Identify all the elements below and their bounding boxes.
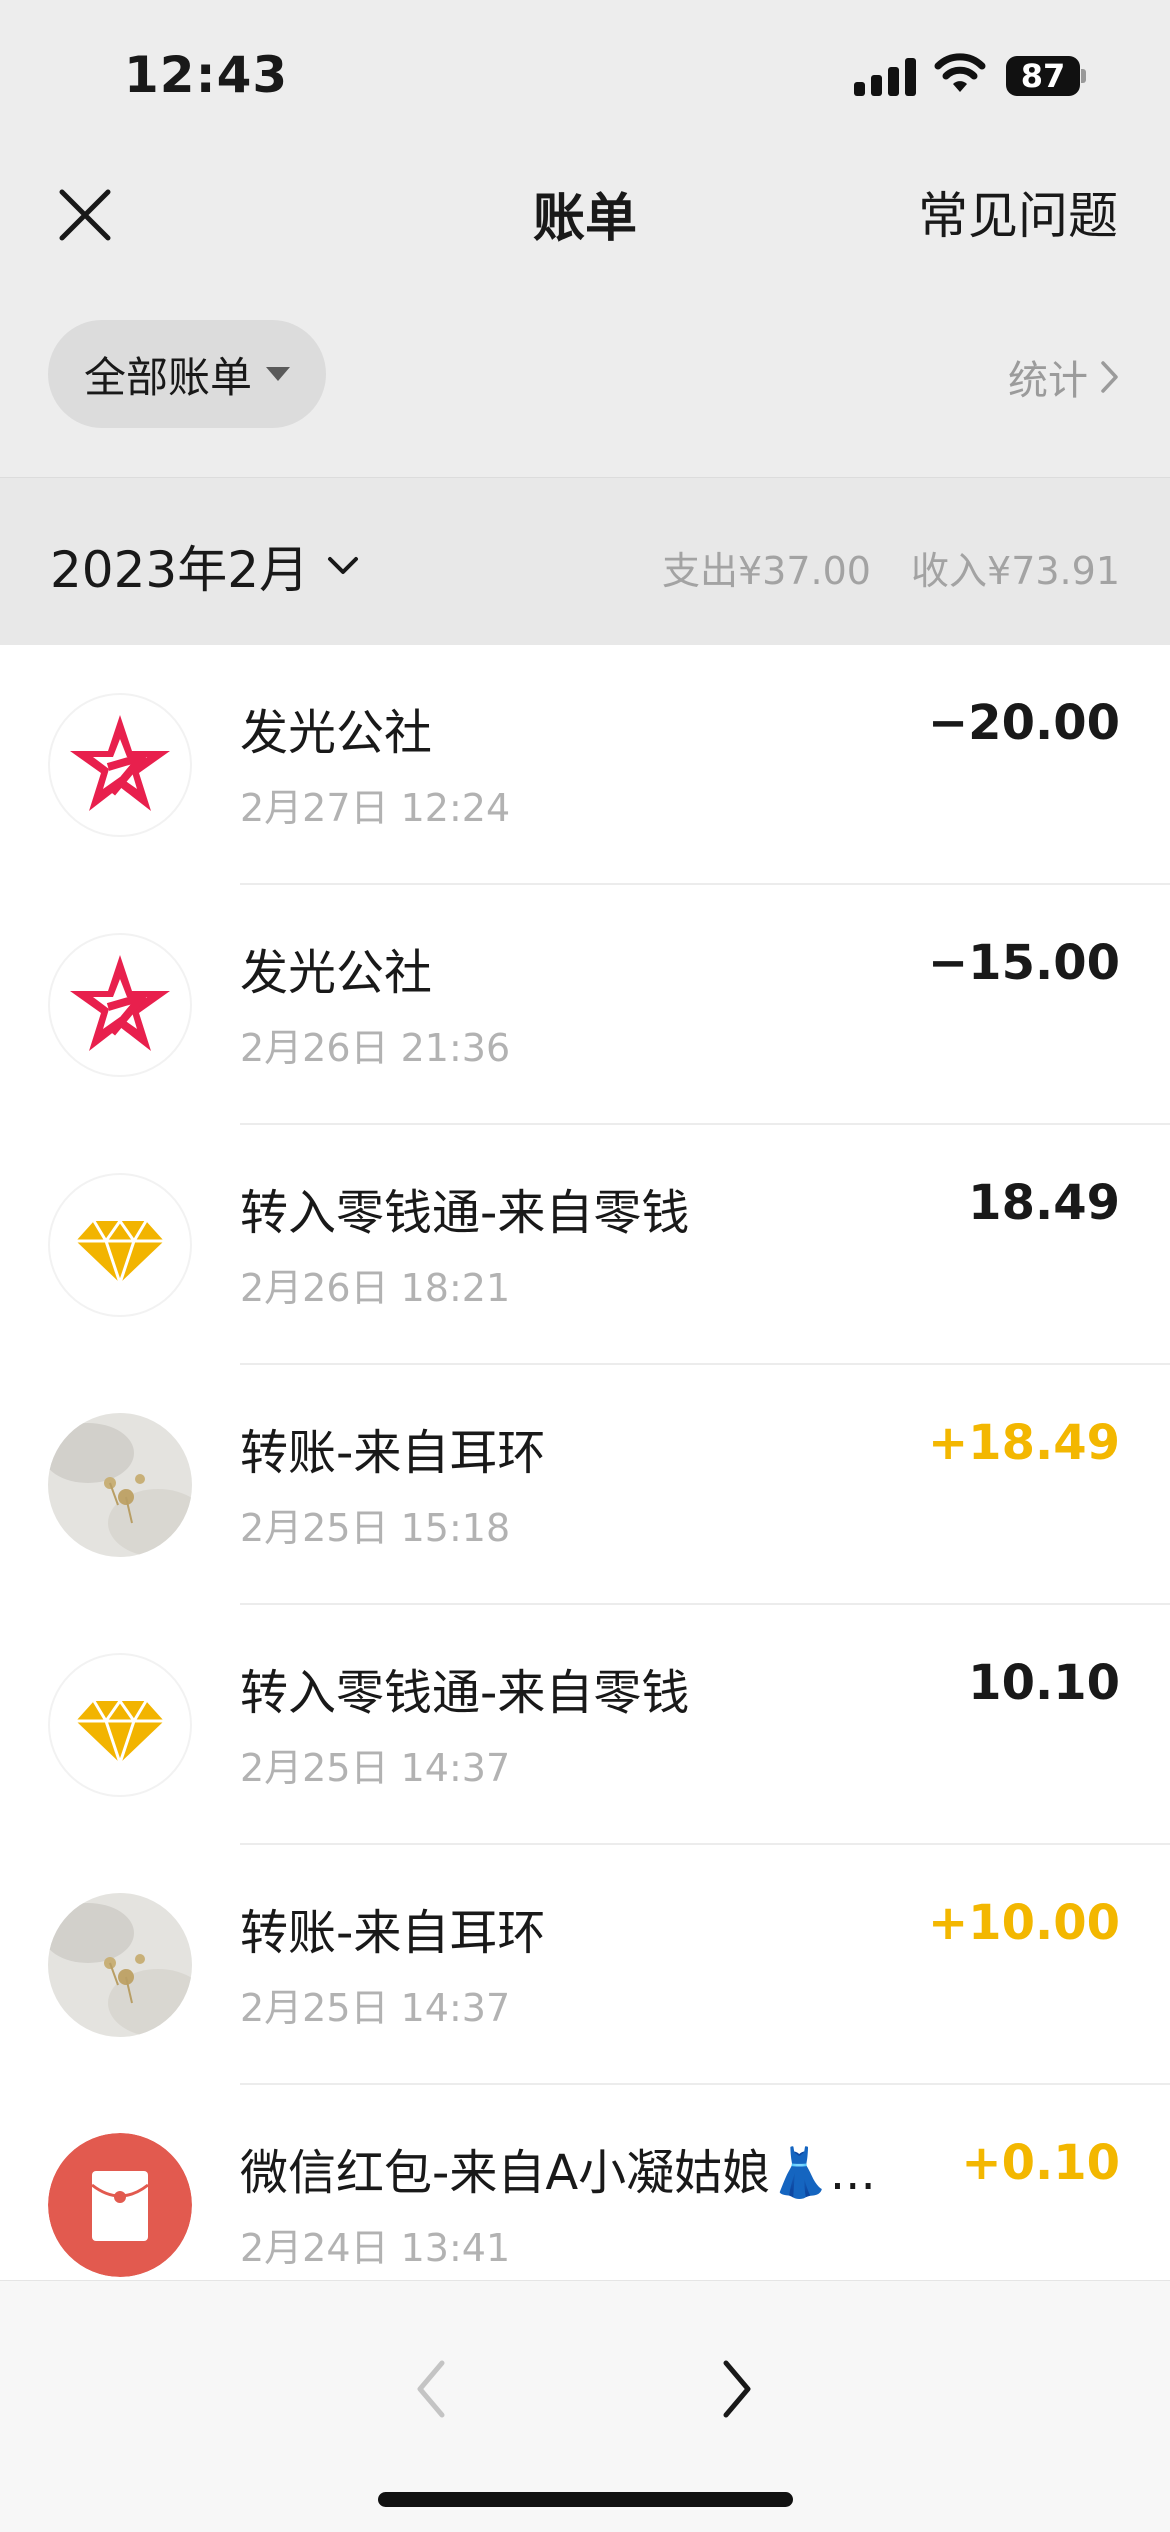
earring-photo-avatar xyxy=(48,1413,192,1557)
chevron-down-icon xyxy=(328,557,359,574)
transaction-row[interactable]: 发光公社 2月26日 21:36 −15.00 xyxy=(0,885,1170,1125)
expense-total: 支出¥37.00 xyxy=(661,549,871,593)
battery-icon: 87 xyxy=(1006,56,1086,96)
transaction-row[interactable]: 转账-来自耳环 2月25日 15:18 +18.49 xyxy=(0,1365,1170,1605)
transaction-time: 2月25日 15:18 xyxy=(240,1506,511,1550)
transaction-amount: +0.10 xyxy=(961,2135,1120,2191)
month-label: 2023年2月 xyxy=(50,541,310,599)
transaction-amount: 10.10 xyxy=(968,1655,1120,1711)
transaction-amount: +10.00 xyxy=(927,1895,1120,1951)
transaction-title: 转账-来自耳环 xyxy=(240,1425,546,1481)
transaction-title: 转入零钱通-来自零钱 xyxy=(240,1665,690,1721)
transaction-row[interactable]: 微信红包-来自A小凝姑娘👗... 2月24日 13:41 +0.10 xyxy=(0,2085,1170,2280)
nav-bar: 账单 常见问题 xyxy=(0,140,1170,270)
dropdown-triangle-icon xyxy=(266,367,291,381)
stats-label: 统计 xyxy=(1008,358,1088,404)
filter-label: 全部账单 xyxy=(84,352,253,402)
transaction-row[interactable]: 转入零钱通-来自零钱 2月25日 14:37 10.10 xyxy=(0,1605,1170,1845)
transaction-title: 微信红包-来自A小凝姑娘👗... xyxy=(240,2145,876,2201)
transaction-time: 2月24日 13:41 xyxy=(240,2226,511,2270)
chevron-left-icon[interactable] xyxy=(402,2349,462,2429)
diamond-icon xyxy=(48,1653,192,1797)
cellular-signal-icon xyxy=(854,58,916,96)
transaction-amount: −20.00 xyxy=(927,695,1120,751)
diamond-icon xyxy=(48,1173,192,1317)
transaction-title: 发光公社 xyxy=(240,705,433,761)
transaction-title: 转入零钱通-来自零钱 xyxy=(240,1185,690,1241)
all-bills-filter-button[interactable]: 全部账单 xyxy=(48,320,326,428)
transaction-time: 2月27日 12:24 xyxy=(240,786,511,830)
chevron-right-icon[interactable] xyxy=(706,2349,766,2429)
faq-link[interactable]: 常见问题 xyxy=(918,176,1118,248)
transaction-row[interactable]: 发光公社 2月27日 12:24 −20.00 xyxy=(0,645,1170,885)
month-totals: 支出¥37.00 收入¥73.91 xyxy=(662,540,1120,595)
income-total: 收入¥73.91 xyxy=(911,549,1120,593)
earring-photo-avatar xyxy=(48,1893,192,2037)
battery-level: 87 xyxy=(1006,56,1080,96)
month-selector[interactable]: 2023年2月 xyxy=(50,530,359,602)
stats-link[interactable]: 统计 xyxy=(1008,348,1120,406)
month-header: 2023年2月 支出¥37.00 收入¥73.91 xyxy=(0,477,1170,645)
star-logo-icon xyxy=(48,693,192,837)
transaction-time: 2月25日 14:37 xyxy=(240,1986,511,2030)
status-time: 12:43 xyxy=(124,46,289,104)
transaction-amount: −15.00 xyxy=(927,935,1120,991)
chevron-right-icon xyxy=(1101,361,1118,393)
transaction-row[interactable]: 转账-来自耳环 2月25日 14:37 +10.00 xyxy=(0,1845,1170,2085)
transaction-title: 发光公社 xyxy=(240,945,433,1001)
transaction-time: 2月26日 21:36 xyxy=(240,1026,511,1070)
wifi-icon xyxy=(934,53,986,92)
transaction-time: 2月26日 18:21 xyxy=(240,1266,511,1310)
red-packet-icon xyxy=(48,2133,192,2277)
status-bar: 12:43 87 xyxy=(0,0,1170,140)
transaction-amount: 18.49 xyxy=(968,1175,1120,1231)
transaction-list: 发光公社 2月27日 12:24 −20.00 发光公社 2月26日 21:36… xyxy=(0,645,1170,2280)
star-logo-icon xyxy=(48,933,192,1077)
transaction-amount: +18.49 xyxy=(927,1415,1120,1471)
transaction-title: 转账-来自耳环 xyxy=(240,1905,546,1961)
transaction-row[interactable]: 转入零钱通-来自零钱 2月26日 18:21 18.49 xyxy=(0,1125,1170,1365)
transaction-time: 2月25日 14:37 xyxy=(240,1746,511,1790)
home-indicator[interactable] xyxy=(378,2492,793,2507)
